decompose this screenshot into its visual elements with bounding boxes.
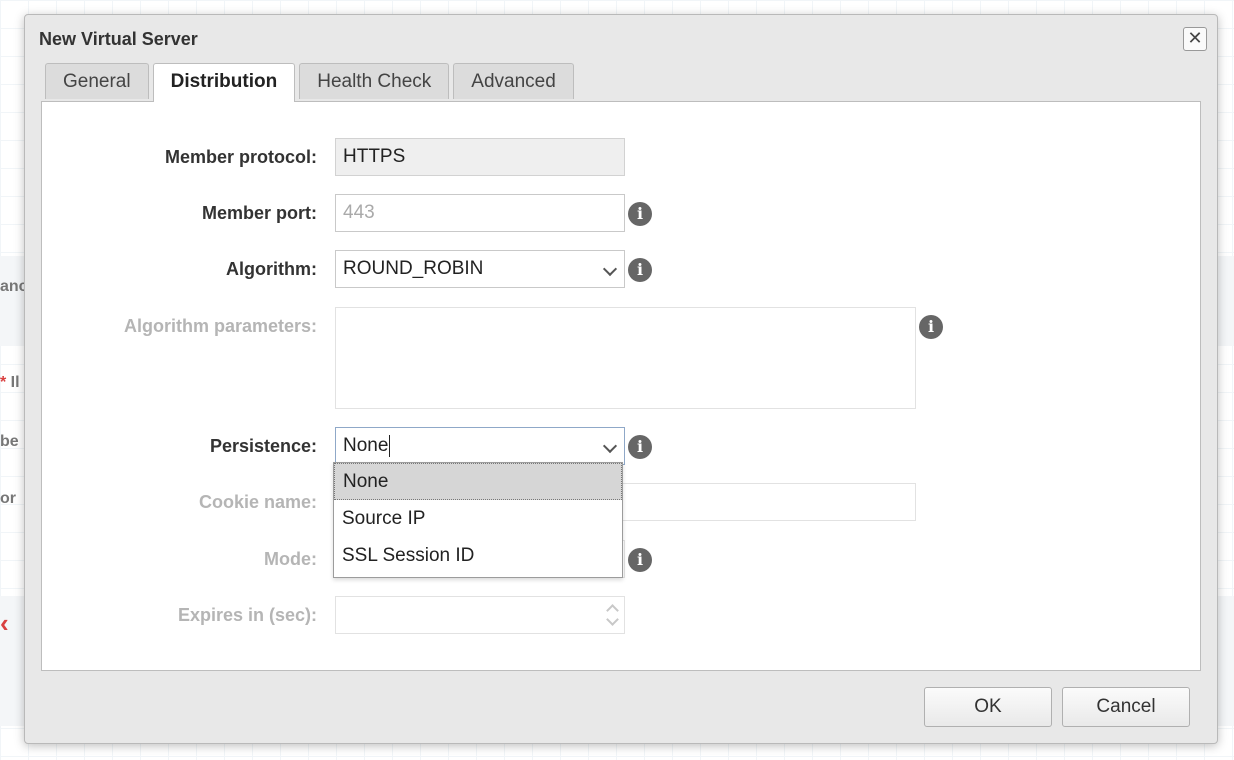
tab-distribution[interactable]: Distribution: [152, 63, 296, 102]
distribution-panel: Member protocol: HTTPS Member port: 443 …: [41, 101, 1201, 671]
mode-info-icon[interactable]: i: [628, 548, 652, 572]
close-button[interactable]: ✕: [1183, 27, 1207, 51]
dialog-title: New Virtual Server: [39, 29, 198, 49]
member-port-input[interactable]: 443: [335, 194, 625, 232]
text-cursor: [389, 434, 391, 457]
algorithm-select[interactable]: ROUND_ROBIN: [335, 250, 625, 288]
background-text-fragment: or: [0, 490, 16, 507]
persistence-select[interactable]: None: [335, 427, 625, 465]
cookie-name-label: Cookie name:: [198, 492, 317, 512]
expires-input[interactable]: [335, 596, 625, 634]
cancel-button[interactable]: Cancel: [1062, 687, 1190, 727]
background-chevron-fragment: ‹: [0, 608, 9, 638]
member-port-info-icon[interactable]: i: [628, 202, 652, 226]
persistence-option-none[interactable]: None: [334, 463, 622, 500]
tab-bar: General Distribution Health Check Advanc…: [45, 63, 574, 102]
background-text-fragment: be: [0, 433, 19, 450]
mode-label: Mode:: [264, 549, 317, 569]
tab-general[interactable]: General: [45, 63, 149, 99]
number-stepper-icon[interactable]: [606, 602, 619, 628]
close-icon: ✕: [1187, 28, 1203, 48]
chevron-down-icon: [602, 438, 618, 454]
chevron-down-icon: [602, 261, 618, 277]
member-protocol-field: HTTPS: [335, 138, 625, 176]
persistence-option-ssl-session-id[interactable]: SSL Session ID: [334, 537, 622, 574]
ok-button[interactable]: OK: [924, 687, 1052, 727]
member-protocol-label: Member protocol:: [164, 147, 317, 167]
background-text-fragment: * Il: [0, 374, 20, 391]
persistence-dropdown-list: None Source IP SSL Session ID: [333, 462, 623, 578]
tab-advanced[interactable]: Advanced: [453, 63, 574, 99]
persistence-info-icon[interactable]: i: [628, 435, 652, 459]
persistence-option-source-ip[interactable]: Source IP: [334, 500, 622, 537]
algorithm-label: Algorithm:: [226, 259, 317, 279]
expires-label: Expires in (sec):: [177, 605, 317, 625]
new-virtual-server-dialog: New Virtual Server ✕ General Distributio…: [24, 14, 1218, 744]
algorithm-parameters-info-icon[interactable]: i: [919, 315, 943, 339]
algorithm-parameters-textarea[interactable]: [335, 307, 916, 409]
algorithm-parameters-label: Algorithm parameters:: [123, 316, 317, 336]
stepper-down-icon: [606, 613, 619, 626]
algorithm-info-icon[interactable]: i: [628, 258, 652, 282]
member-port-label: Member port:: [201, 203, 317, 223]
tab-health-check[interactable]: Health Check: [299, 63, 450, 99]
persistence-label: Persistence:: [209, 436, 317, 456]
